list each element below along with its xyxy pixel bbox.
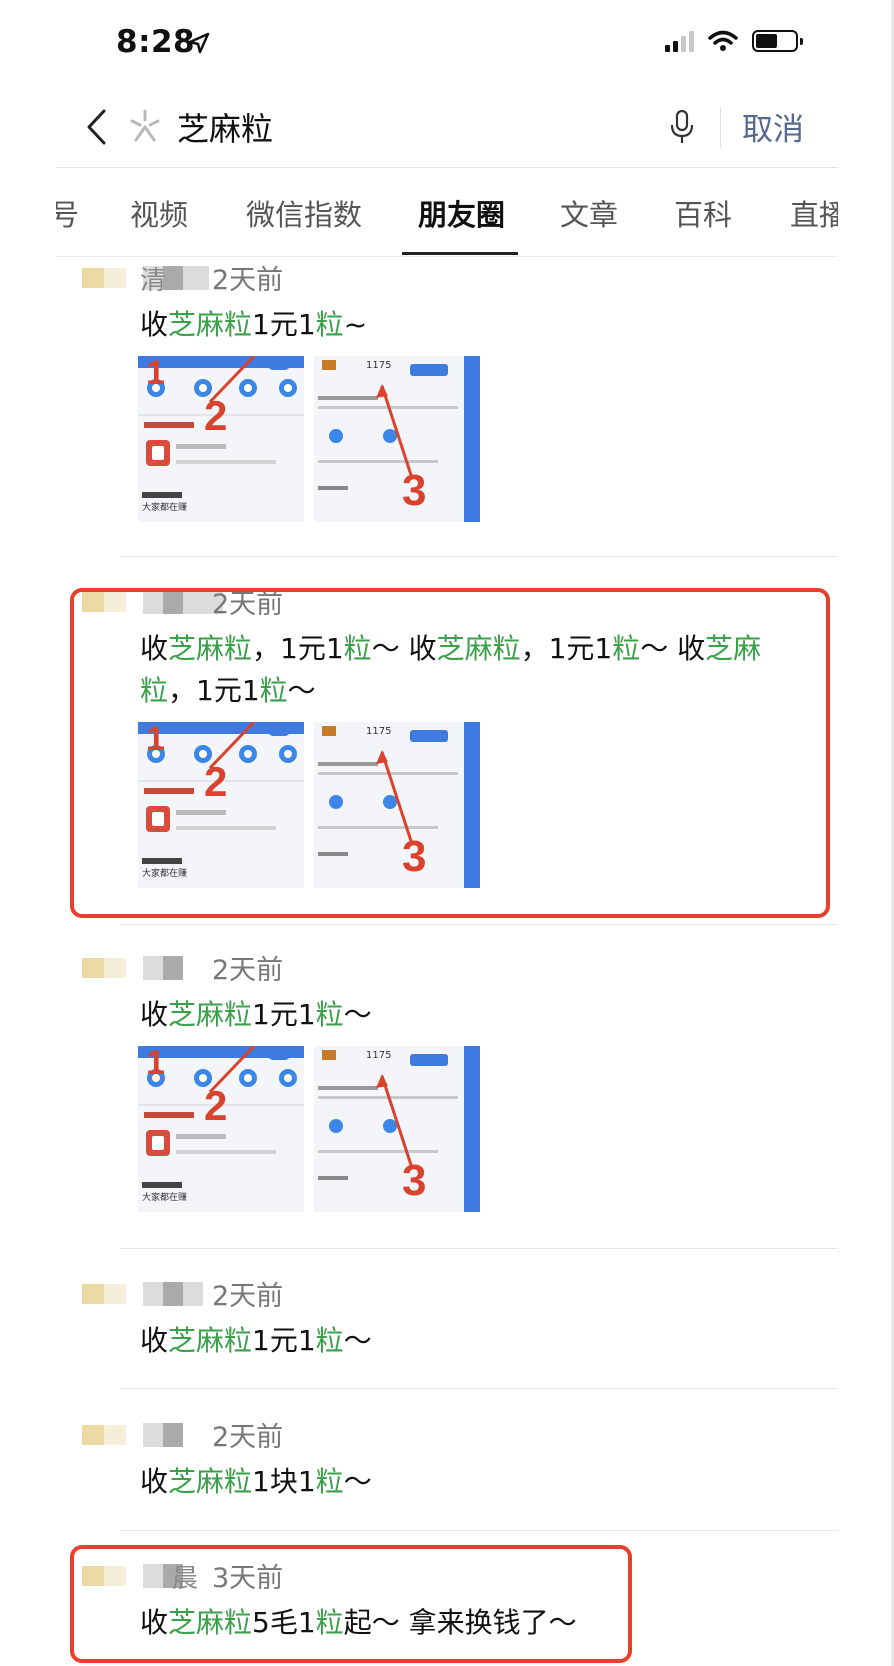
post-time: 2天前 bbox=[212, 1422, 284, 1453]
annotation-number: 2 bbox=[204, 1082, 228, 1129]
nickname-blurred bbox=[143, 956, 183, 980]
annotation-number: 1 bbox=[146, 356, 165, 392]
post-image-thumbnail[interactable]: 1 2 大家都在赚 bbox=[138, 1046, 304, 1212]
location-arrow-icon bbox=[188, 32, 210, 54]
post-time: 2天前 bbox=[212, 1281, 284, 1312]
post-divider bbox=[120, 1248, 838, 1249]
avatar[interactable] bbox=[82, 958, 126, 978]
active-tab-indicator bbox=[402, 252, 518, 255]
post-images: 1 2 大家都在赚 3 1175 bbox=[138, 1046, 480, 1212]
post-text: 收芝麻粒1元1粒～ bbox=[140, 1320, 800, 1362]
post-divider bbox=[120, 1530, 838, 1531]
avatar[interactable] bbox=[82, 1425, 126, 1445]
search-category-tabs: 号 视频 微信指数 朋友圈 文章 百科 直播 bbox=[56, 170, 838, 256]
cancel-button[interactable]: 取消 bbox=[742, 104, 804, 149]
avatar[interactable] bbox=[82, 1284, 126, 1304]
wifi-icon bbox=[708, 30, 738, 51]
keyword-highlight: 芝麻粒 bbox=[168, 1324, 253, 1357]
annotation-number: 2 bbox=[204, 392, 228, 439]
post-text-segment: 1块1 bbox=[252, 1465, 316, 1498]
highlight-frame bbox=[70, 588, 830, 918]
nickname: 清 bbox=[140, 266, 167, 296]
moments-post[interactable]: 清 2天前 收芝麻粒1元1粒~ 1 2 大家都在赚 3 1175 bbox=[0, 258, 894, 522]
post-text-segment: 1元1 bbox=[252, 998, 316, 1031]
moments-post[interactable]: 2天前收芝麻粒1元1粒～ 1 2 大家都在赚 3 1175 bbox=[0, 948, 894, 1212]
post-text: 收芝麻粒1元1粒~ bbox=[140, 304, 800, 346]
highlight-frame bbox=[70, 1545, 632, 1663]
moments-post[interactable]: 2天前收芝麻粒1块1粒～ bbox=[0, 1415, 894, 1498]
nickname-blurred bbox=[143, 1282, 203, 1306]
keyword-highlight: 粒 bbox=[315, 1465, 344, 1498]
thumbnail-value: 1175 bbox=[366, 360, 392, 371]
post-text-segment: 1元1 bbox=[252, 1324, 316, 1357]
post-text-segment: 收 bbox=[140, 998, 169, 1031]
thumbnail-value: 1175 bbox=[366, 1050, 392, 1061]
moments-post[interactable]: 2天前收芝麻粒1元1粒～ bbox=[0, 1274, 894, 1357]
tab-account[interactable]: 号 bbox=[56, 192, 79, 234]
post-image-thumbnail[interactable]: 3 1175 bbox=[314, 356, 480, 522]
avatar[interactable] bbox=[82, 268, 126, 288]
annotation-number: 3 bbox=[402, 1156, 427, 1205]
status-time: 8:28 bbox=[116, 24, 196, 60]
keyword-highlight: 芝麻粒 bbox=[168, 308, 253, 341]
moments-post[interactable]: 2天前 收芝麻粒，1元1粒～ 收芝麻粒，1元1粒～ 收芝麻粒，1元1粒～ 1 2 大家都… bbox=[0, 582, 894, 888]
post-divider bbox=[120, 924, 838, 925]
search-bar: 芝麻粒 取消 bbox=[0, 92, 894, 162]
post-time: 2天前 bbox=[212, 955, 284, 986]
nickname-blurred bbox=[143, 1423, 183, 1447]
post-text-segment: 收 bbox=[140, 1324, 169, 1357]
header-divider bbox=[56, 167, 838, 168]
battery-icon bbox=[752, 30, 803, 52]
thumbnail-label: 大家都在赚 bbox=[142, 1193, 188, 1203]
post-text-segment: ～ bbox=[343, 1324, 372, 1357]
post-images: 1 2 大家都在赚 3 1175 bbox=[138, 356, 480, 522]
post-text-segment: ～ bbox=[343, 998, 372, 1031]
tab-articles[interactable]: 文章 bbox=[560, 192, 618, 234]
post-text-segment: ~ bbox=[343, 308, 368, 341]
post-text-segment: 收 bbox=[140, 308, 169, 341]
status-icons bbox=[665, 30, 803, 52]
post-text-segment: 1元1 bbox=[252, 308, 316, 341]
tab-encyclopedia[interactable]: 百科 bbox=[674, 192, 732, 234]
post-time: 2天前 bbox=[212, 265, 284, 296]
tab-wechat-index[interactable]: 微信指数 bbox=[246, 192, 362, 234]
tabs-divider bbox=[56, 256, 838, 257]
post-text: 收芝麻粒1块1粒～ bbox=[140, 1461, 800, 1503]
annotation-number: 1 bbox=[146, 1046, 165, 1082]
post-divider bbox=[120, 1388, 838, 1389]
post-text-segment: 收 bbox=[140, 1465, 169, 1498]
wechat-search-icon bbox=[130, 109, 160, 142]
tab-video[interactable]: 视频 bbox=[130, 192, 188, 234]
post-text: 收芝麻粒1元1粒～ bbox=[140, 994, 800, 1036]
search-divider bbox=[720, 106, 721, 148]
search-input[interactable]: 芝麻粒 bbox=[177, 104, 273, 150]
status-bar: 8:28 bbox=[0, 0, 894, 90]
tab-live[interactable]: 直播 bbox=[790, 192, 838, 234]
cellular-signal-icon bbox=[665, 30, 694, 52]
post-image-thumbnail[interactable]: 3 1175 bbox=[314, 1046, 480, 1212]
tab-moments[interactable]: 朋友圈 bbox=[418, 192, 505, 234]
thumbnail-label: 大家都在赚 bbox=[142, 503, 188, 513]
post-image-thumbnail[interactable]: 1 2 大家都在赚 bbox=[138, 356, 304, 522]
keyword-highlight: 粒 bbox=[315, 998, 344, 1031]
keyword-highlight: 芝麻粒 bbox=[168, 1465, 253, 1498]
back-chevron-icon[interactable] bbox=[82, 106, 112, 148]
post-divider bbox=[120, 556, 838, 557]
keyword-highlight: 芝麻粒 bbox=[168, 998, 253, 1031]
microphone-icon[interactable] bbox=[668, 108, 696, 146]
keyword-highlight: 粒 bbox=[315, 1324, 344, 1357]
annotation-number: 3 bbox=[402, 466, 427, 515]
post-text-segment: ～ bbox=[343, 1465, 372, 1498]
keyword-highlight: 粒 bbox=[315, 308, 344, 341]
